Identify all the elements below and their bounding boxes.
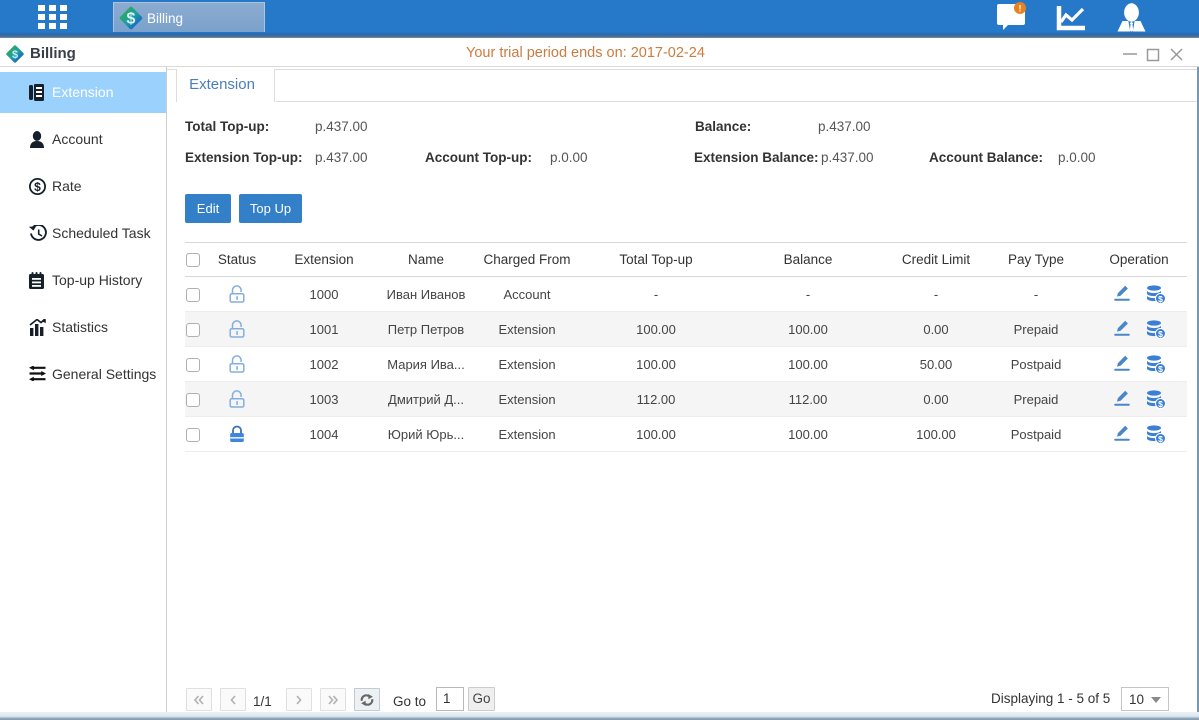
svg-text:$: $	[1158, 398, 1163, 408]
svg-text:$: $	[1158, 433, 1163, 443]
svg-text:$: $	[1158, 293, 1163, 303]
svg-text:$: $	[1158, 363, 1163, 373]
svg-text:$: $	[34, 180, 41, 194]
svg-text:!: !	[1019, 4, 1022, 14]
svg-text:$: $	[12, 49, 18, 61]
svg-text:$: $	[127, 11, 136, 28]
svg-text:$: $	[1158, 328, 1163, 338]
